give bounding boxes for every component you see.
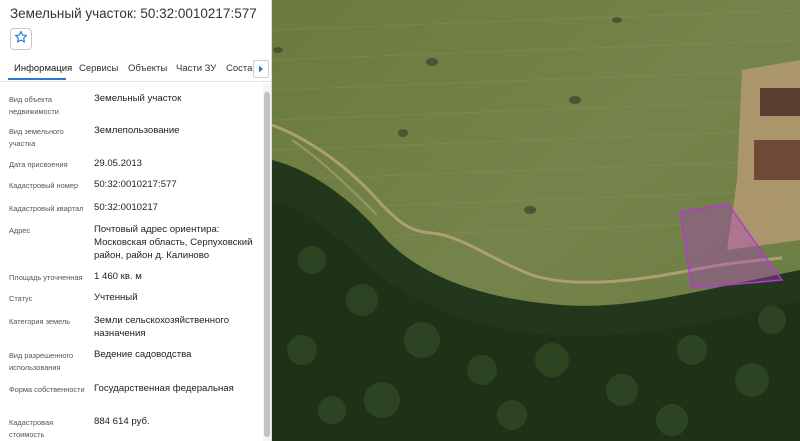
tab-objects[interactable]: Объекты bbox=[128, 63, 167, 74]
info-label: Вид земельного участка bbox=[9, 127, 64, 148]
satellite-map[interactable] bbox=[272, 0, 800, 441]
scrollbar-thumb[interactable] bbox=[264, 92, 270, 437]
info-value: Землепользование bbox=[94, 125, 180, 136]
info-panel: Земельный участок: 50:32:0010217:577 Инф… bbox=[0, 0, 272, 441]
info-list: Вид объекта недвижимости Земельный участ… bbox=[0, 84, 262, 441]
page-title: Земельный участок: 50:32:0010217:577 bbox=[10, 6, 257, 21]
info-value: 1 460 кв. м bbox=[94, 271, 142, 282]
info-value: 884 614 руб. bbox=[94, 416, 150, 427]
chevron-right-icon bbox=[258, 60, 264, 78]
map-imagery bbox=[272, 0, 800, 441]
info-value: Учтенный bbox=[94, 292, 138, 303]
star-icon bbox=[14, 30, 28, 49]
info-value: 50:32:0010217 bbox=[94, 202, 159, 213]
tab-services[interactable]: Сервисы bbox=[79, 63, 118, 74]
info-label: Кадастровый квартал bbox=[9, 204, 84, 213]
info-label: Адрес bbox=[9, 226, 31, 235]
scroll-up-arrow[interactable] bbox=[263, 84, 271, 95]
info-value: Государственная федеральная bbox=[94, 383, 234, 394]
info-value: Земельный участок bbox=[94, 93, 182, 104]
info-label: Кадастровая стоимость bbox=[9, 418, 54, 439]
info-value: 50:32:0010217:577 bbox=[94, 179, 177, 190]
building bbox=[760, 88, 800, 116]
tabs-scroll-right-button[interactable] bbox=[253, 60, 269, 78]
favorite-button[interactable] bbox=[10, 28, 32, 50]
building bbox=[754, 140, 800, 180]
info-label: Вид разрешенного использования bbox=[9, 351, 74, 372]
info-label: Форма собственности bbox=[9, 385, 85, 394]
info-label: Статус bbox=[9, 294, 33, 303]
info-label: Дата присвоения bbox=[9, 160, 68, 169]
tab-bar: Информация Сервисы Объекты Части ЗУ Сост… bbox=[0, 56, 271, 82]
tab-info[interactable]: Информация bbox=[14, 63, 72, 74]
info-value: 29.05.2013 bbox=[94, 158, 143, 169]
active-tab-indicator bbox=[8, 78, 66, 80]
info-label: Категория земель bbox=[9, 317, 71, 326]
info-value: Ведение садоводства bbox=[94, 349, 192, 360]
info-label: Площадь уточненная bbox=[9, 273, 83, 282]
tab-parts[interactable]: Части ЗУ bbox=[176, 63, 216, 74]
info-label: Вид объекта недвижимости bbox=[9, 95, 59, 116]
info-label: Кадастровый номер bbox=[9, 181, 79, 190]
info-value: Земли сельскохозяйственного назначения bbox=[94, 315, 230, 339]
info-value: Почтовый адрес ориентира: Московская обл… bbox=[94, 224, 253, 261]
